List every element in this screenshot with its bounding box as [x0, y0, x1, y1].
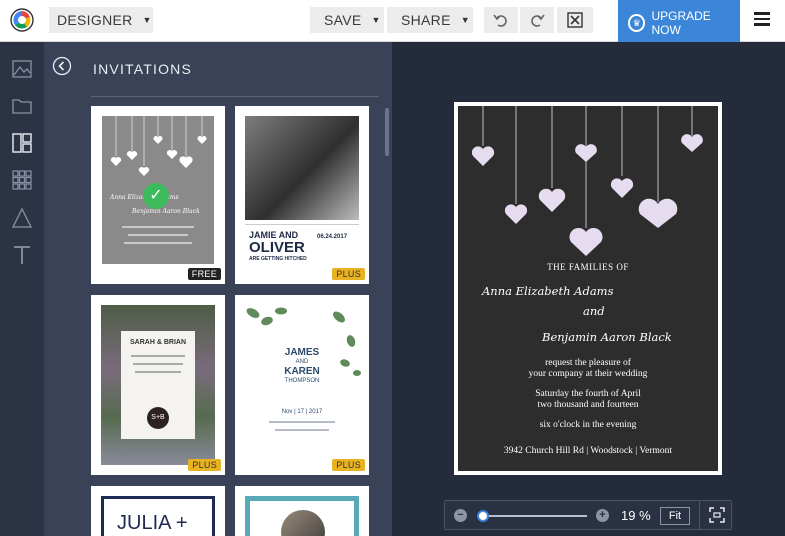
- invitation-background: THE FAMILIES OF Anna Elizabeth Adams and…: [458, 106, 718, 471]
- template-name-line2: Benjamin Aaron Black: [132, 208, 200, 215]
- fit-button[interactable]: Fit: [660, 507, 690, 525]
- close-design-button[interactable]: [557, 7, 593, 33]
- zoom-controls: − + 19 % Fit: [444, 500, 732, 530]
- shapes-icon[interactable]: [11, 207, 33, 229]
- grid-icon[interactable]: [11, 169, 33, 191]
- template-name-line2: KAREN: [284, 366, 320, 377]
- back-arrow-icon[interactable]: [52, 56, 72, 76]
- text-placeholder-line: [128, 234, 188, 236]
- background-icon[interactable]: [11, 58, 33, 80]
- designer-mode-label: DESIGNER: [57, 12, 133, 28]
- invitation-and[interactable]: and: [583, 304, 605, 318]
- invitation-address[interactable]: 3942 Church Hill Rd | Woodstock | Vermon…: [458, 446, 718, 457]
- invitation-name1[interactable]: Anna Elizabeth Adams: [482, 284, 613, 298]
- invitation-date-line2[interactable]: two thousand and fourteen: [458, 400, 718, 411]
- template-title-block: JAMIE AND OLIVER ARE GETTING HITCHED 06.…: [245, 224, 359, 268]
- plus-badge: PLUS: [332, 268, 365, 280]
- chevron-down-icon: ▼: [371, 15, 381, 25]
- text-placeholder-line: [122, 226, 194, 228]
- invitation-name2[interactable]: Benjamin Aaron Black: [542, 330, 672, 344]
- text-placeholder-line: [124, 242, 192, 244]
- chevron-down-icon: ▼: [460, 15, 470, 25]
- zoom-out-icon[interactable]: −: [454, 509, 467, 522]
- redo-icon: [531, 14, 545, 27]
- folder-icon[interactable]: [11, 95, 33, 117]
- monogram-badge: S+B: [147, 407, 169, 429]
- share-label: SHARE: [401, 12, 451, 28]
- fullscreen-icon: [709, 507, 725, 523]
- text-placeholder-line: [133, 363, 183, 365]
- template-surname: THOMPSON: [284, 378, 320, 384]
- save-label: SAVE: [324, 12, 362, 28]
- template-and: AND: [295, 359, 309, 365]
- share-button[interactable]: SHARE ▼: [387, 7, 473, 33]
- text-placeholder-line: [275, 429, 329, 431]
- undo-button[interactable]: [484, 7, 518, 33]
- selected-check-icon: ✓: [143, 183, 169, 209]
- close-box-icon: [567, 12, 583, 28]
- template-name-line2: OLIVER: [249, 239, 305, 256]
- invitation-design[interactable]: THE FAMILIES OF Anna Elizabeth Adams and…: [454, 102, 722, 475]
- chevron-down-icon: ▼: [142, 15, 152, 25]
- upgrade-badge-icon: ♛: [628, 14, 646, 32]
- fullscreen-button[interactable]: [699, 501, 732, 529]
- plus-badge: PLUS: [188, 459, 221, 471]
- zoom-slider-track[interactable]: [483, 515, 587, 517]
- zoom-in-icon[interactable]: +: [596, 509, 609, 522]
- app-logo-icon[interactable]: [10, 8, 34, 32]
- template-card-1[interactable]: Anna Elizabeth Adams Benjamin Aaron Blac…: [91, 106, 225, 284]
- save-button[interactable]: SAVE ▼: [310, 7, 384, 33]
- hamburger-menu-icon[interactable]: [754, 12, 770, 26]
- template-name-line1: SARAH & BRIAN: [130, 339, 186, 346]
- zoom-slider-handle[interactable]: [477, 510, 489, 522]
- free-badge: FREE: [187, 268, 221, 280]
- text-placeholder-line: [131, 355, 185, 357]
- template-card-insert: SARAH & BRIAN S+B: [121, 331, 195, 439]
- invitation-request-line2[interactable]: your company at their wedding: [458, 369, 718, 380]
- template-date: Nov | 17 | 2017: [281, 409, 323, 415]
- template-card-3[interactable]: SARAH & BRIAN S+B PLUS: [91, 295, 225, 475]
- upgrade-now-button[interactable]: ♛ UPGRADE NOW: [618, 0, 740, 46]
- designer-mode-dropdown[interactable]: DESIGNER ▼: [49, 7, 153, 33]
- text-placeholder-line: [269, 421, 335, 423]
- invitation-time[interactable]: six o'clock in the evening: [458, 420, 718, 431]
- hanging-hearts-image: [471, 106, 703, 256]
- invitation-request-line1[interactable]: request the pleasure of: [458, 358, 718, 369]
- template-card-6[interactable]: [235, 486, 369, 536]
- template-name-line1: JAMES: [284, 347, 320, 358]
- undo-icon: [493, 14, 507, 27]
- upgrade-label: UPGRADE NOW: [651, 9, 711, 37]
- template-subtitle: ARE GETTING HITCHED: [249, 256, 307, 262]
- plus-badge: PLUS: [332, 459, 365, 471]
- template-name-line1: JULIA +: [117, 512, 188, 534]
- text-icon[interactable]: [11, 244, 33, 266]
- template-card-2[interactable]: JAMIE AND OLIVER ARE GETTING HITCHED 06.…: [235, 106, 369, 284]
- template-card-5[interactable]: JULIA +: [91, 486, 225, 536]
- couple-photo-image: [245, 116, 359, 220]
- panel-title: INVITATIONS: [93, 61, 193, 77]
- text-placeholder-line: [135, 371, 181, 373]
- panel-divider: [91, 96, 379, 97]
- layout-icon[interactable]: [11, 132, 33, 154]
- template-date: 06.24.2017: [317, 234, 348, 240]
- templates-panel: INVITATIONS Anna Elizabeth Benjamin Aaro…: [44, 42, 392, 536]
- top-toolbar: DESIGNER ▼ SAVE ▼ SHARE ▼ ♛ UPGRADE NOW: [0, 0, 785, 46]
- invitation-date-line1[interactable]: Saturday the fourth of April: [458, 389, 718, 400]
- panel-scrollbar[interactable]: [385, 108, 389, 156]
- template-card-4[interactable]: JAMES AND KAREN THOMPSON Nov | 17 | 2017…: [235, 295, 369, 475]
- zoom-percent: 19 %: [621, 508, 651, 523]
- invitation-families[interactable]: THE FAMILIES OF: [458, 262, 718, 273]
- redo-button[interactable]: [520, 7, 554, 33]
- left-tool-rail: [0, 42, 44, 536]
